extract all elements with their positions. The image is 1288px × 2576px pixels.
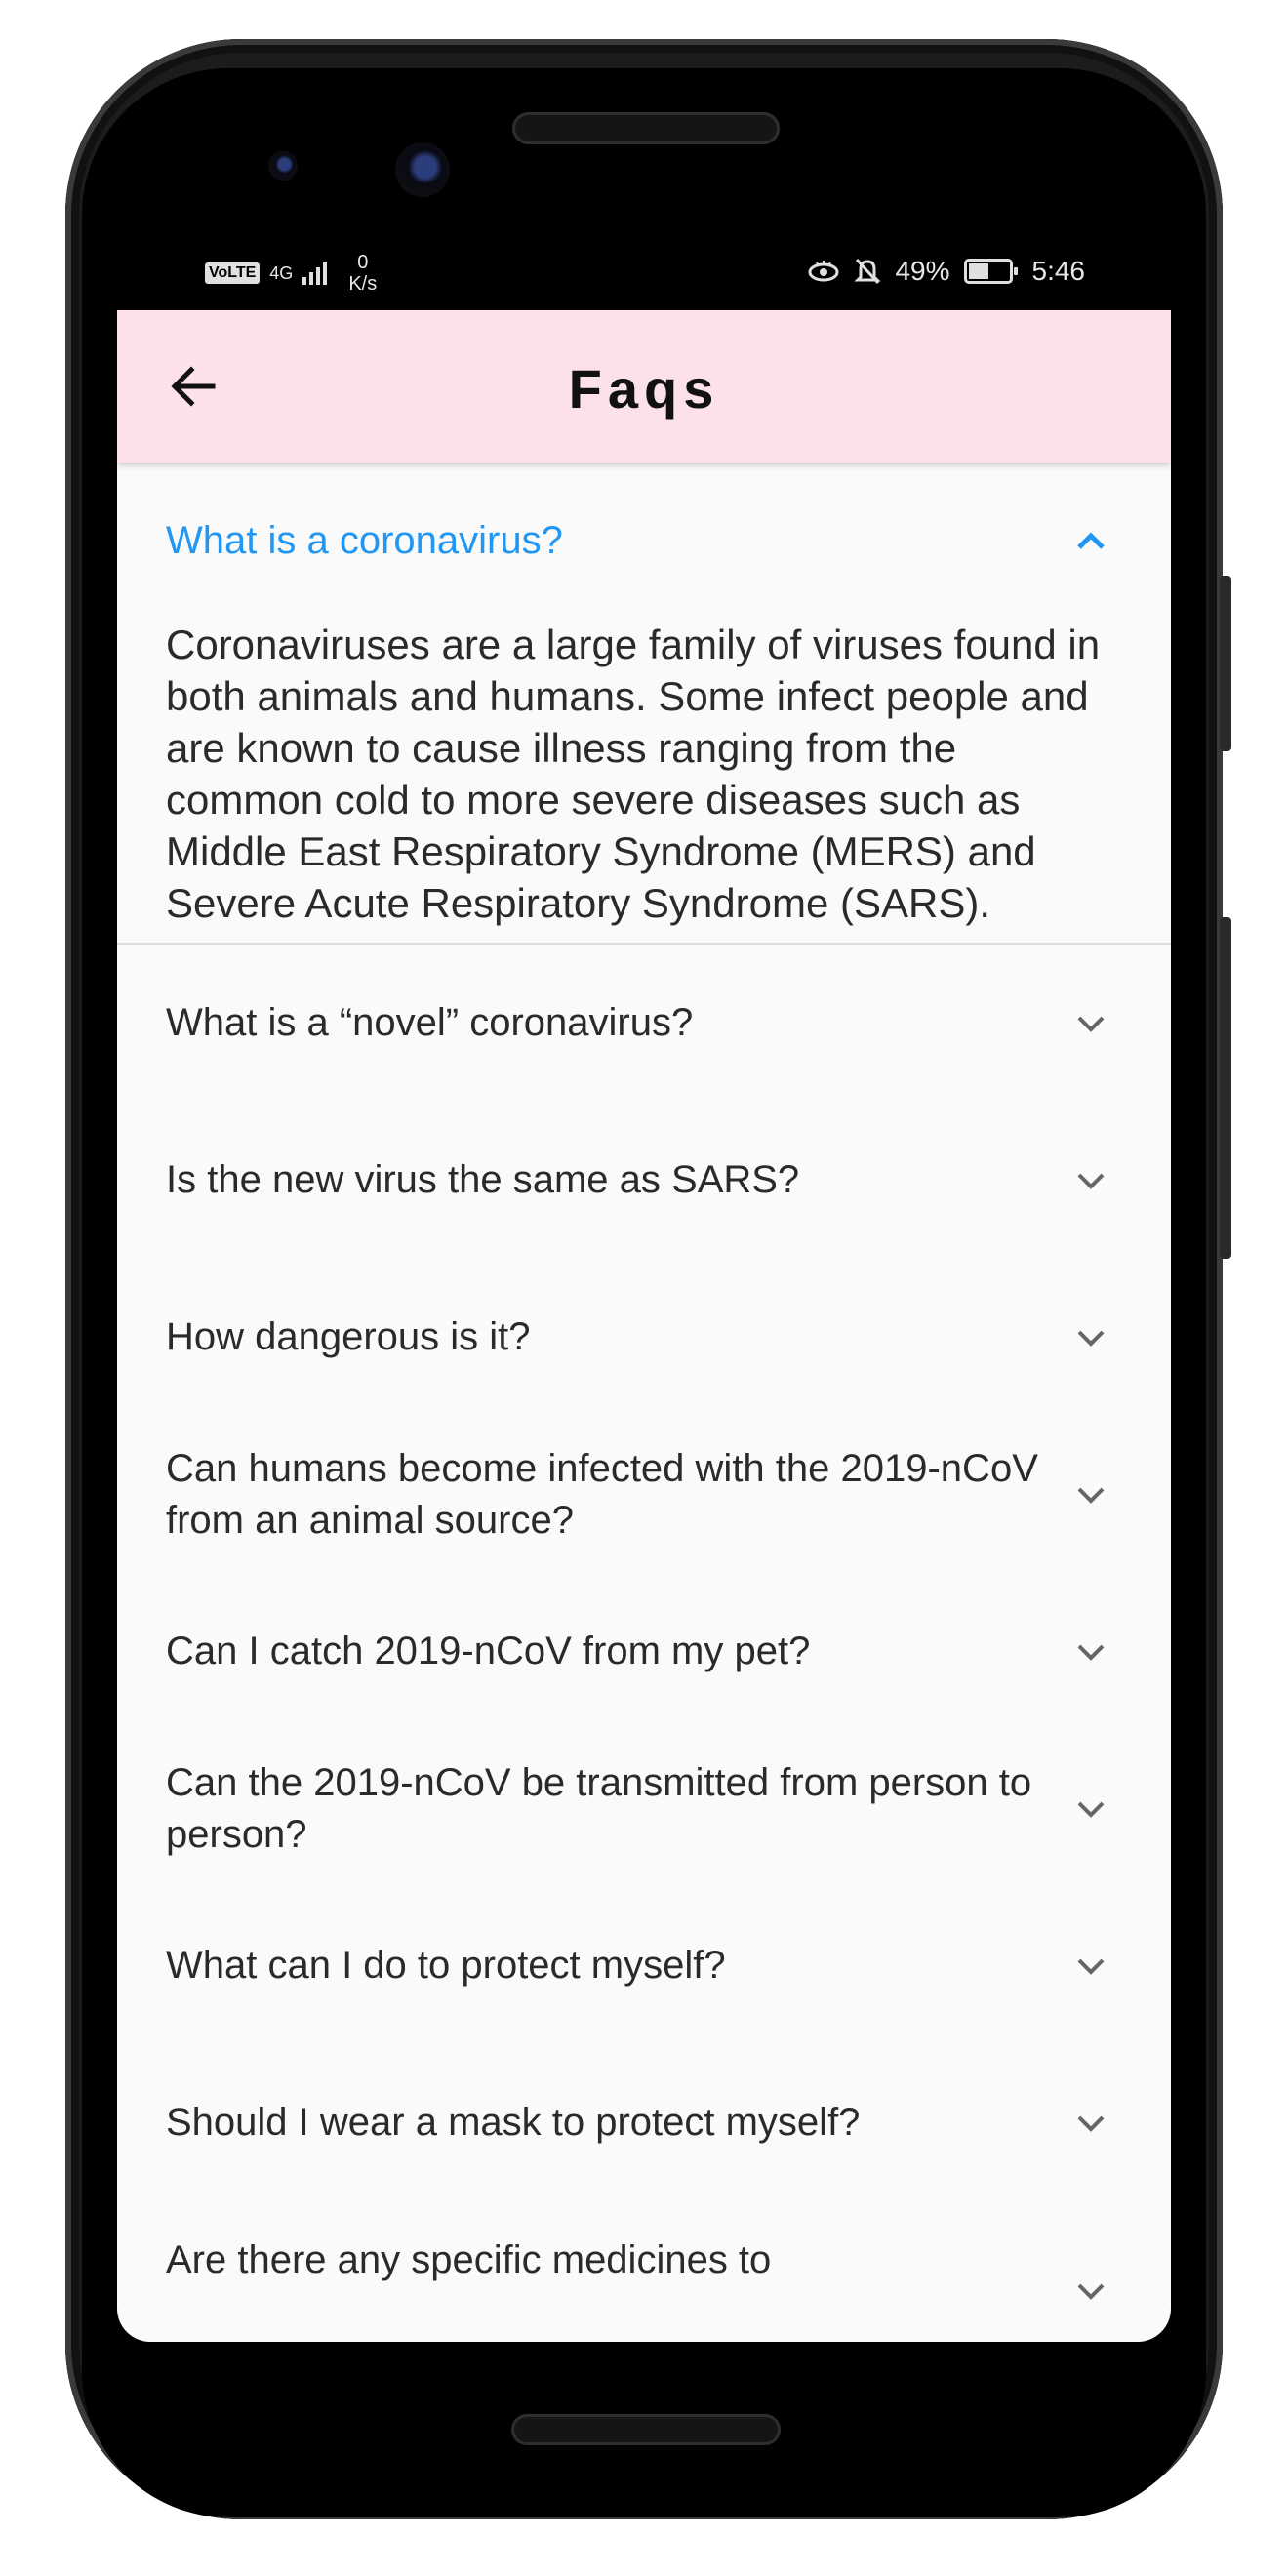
faq-question: Is the new virus the same as SARS? <box>166 1158 800 1201</box>
chevron-down-icon[interactable] <box>1069 1473 1112 1516</box>
battery-percent: 49% <box>895 256 950 286</box>
faq-question: Can I catch 2019-nCoV from my pet? <box>166 1630 811 1672</box>
home-button[interactable] <box>511 2414 781 2445</box>
faq-question: What is a coronavirus? <box>166 518 563 562</box>
app-bar: Faqs <box>117 310 1171 463</box>
faq-question: How dangerous is it? <box>166 1315 531 1358</box>
speed-value: 0 <box>357 252 369 273</box>
faq-header[interactable]: Can I catch 2019-nCoV from my pet? <box>117 1573 1171 1730</box>
faq-item: What is a coronavirus? Coronaviruses are… <box>117 463 1171 945</box>
faq-question: What can I do to protect myself? <box>166 1944 726 1987</box>
app-screen: Faqs What is a coronavirus? Coronaviruse… <box>117 310 1171 2342</box>
faq-question: What is a “novel” coronavirus? <box>166 1001 694 1044</box>
chevron-down-icon[interactable] <box>1069 1002 1112 1045</box>
faq-item: Are there any specific medicines to <box>117 2201 1171 2342</box>
volume-button <box>1220 917 1231 1259</box>
faq-question: Can the 2019-nCoV be transmitted from pe… <box>166 1760 1032 1856</box>
faq-header[interactable]: Can the 2019-nCoV be transmitted from pe… <box>117 1730 1171 1887</box>
chevron-up-icon[interactable] <box>1069 519 1112 562</box>
speed-unit: K/s <box>348 273 378 295</box>
front-camera-icon <box>268 151 298 181</box>
chevron-down-icon[interactable] <box>1069 1316 1112 1359</box>
faq-item: Is the new virus the same as SARS? <box>117 1102 1171 1259</box>
network-speed: 0 K/s <box>348 252 377 295</box>
chevron-down-icon[interactable] <box>1069 1788 1112 1831</box>
faq-question: Should I wear a mask to protect myself? <box>166 2101 861 2144</box>
faq-header[interactable]: Can humans become infected with the 2019… <box>117 1416 1171 1573</box>
faq-header[interactable]: What can I do to protect myself? <box>117 1887 1171 2044</box>
faq-header[interactable]: What is a “novel” coronavirus? <box>117 945 1171 1102</box>
signal-strength-icon <box>302 262 328 285</box>
chevron-down-icon[interactable] <box>1069 1159 1112 1202</box>
faq-question: Can humans become infected with the 2019… <box>166 1446 1038 1542</box>
faq-header[interactable]: How dangerous is it? <box>117 1259 1171 1416</box>
faq-header[interactable]: Is the new virus the same as SARS? <box>117 1102 1171 1259</box>
eye-comfort-icon <box>808 261 839 282</box>
faq-header[interactable]: Are there any specific medicines to <box>117 2201 1171 2342</box>
faq-list: What is a coronavirus? Coronaviruses are… <box>117 463 1171 2342</box>
faq-item: What can I do to protect myself? <box>117 1887 1171 2044</box>
front-camera-icon <box>395 142 450 197</box>
faq-item: Can humans become infected with the 2019… <box>117 1416 1171 1573</box>
clock: 5:46 <box>1031 256 1086 286</box>
faq-header[interactable]: What is a coronavirus? <box>117 463 1171 619</box>
faq-question: Are there any specific medicines to <box>166 2238 772 2281</box>
faq-item: How dangerous is it? <box>117 1259 1171 1416</box>
battery-icon <box>963 259 1018 284</box>
chevron-down-icon[interactable] <box>1069 1945 1112 1988</box>
faq-item: Can I catch 2019-nCoV from my pet? <box>117 1573 1171 1730</box>
network-type: 4G <box>269 263 294 283</box>
page-title: Faqs <box>568 358 720 420</box>
chevron-down-icon[interactable] <box>1069 2270 1112 2313</box>
earpiece-speaker <box>512 112 780 144</box>
volte-indicator: VoLTE <box>205 262 261 284</box>
faq-item: Should I wear a mask to protect myself? <box>117 2044 1171 2201</box>
faq-item: Can the 2019-nCoV be transmitted from pe… <box>117 1730 1171 1887</box>
faq-item: What is a “novel” coronavirus? <box>117 945 1171 1102</box>
notifications-off-icon <box>854 258 882 285</box>
battery-level <box>968 263 988 279</box>
faq-answer: Coronaviruses are a large family of viru… <box>166 622 1101 926</box>
chevron-down-icon[interactable] <box>1069 2102 1112 2145</box>
faq-header[interactable]: Should I wear a mask to protect myself? <box>117 2044 1171 2201</box>
power-button <box>1220 576 1231 751</box>
status-bar: VoLTE 4G 0 K/s 49% 5:46 <box>117 242 1171 310</box>
chevron-down-icon[interactable] <box>1069 1630 1112 1673</box>
